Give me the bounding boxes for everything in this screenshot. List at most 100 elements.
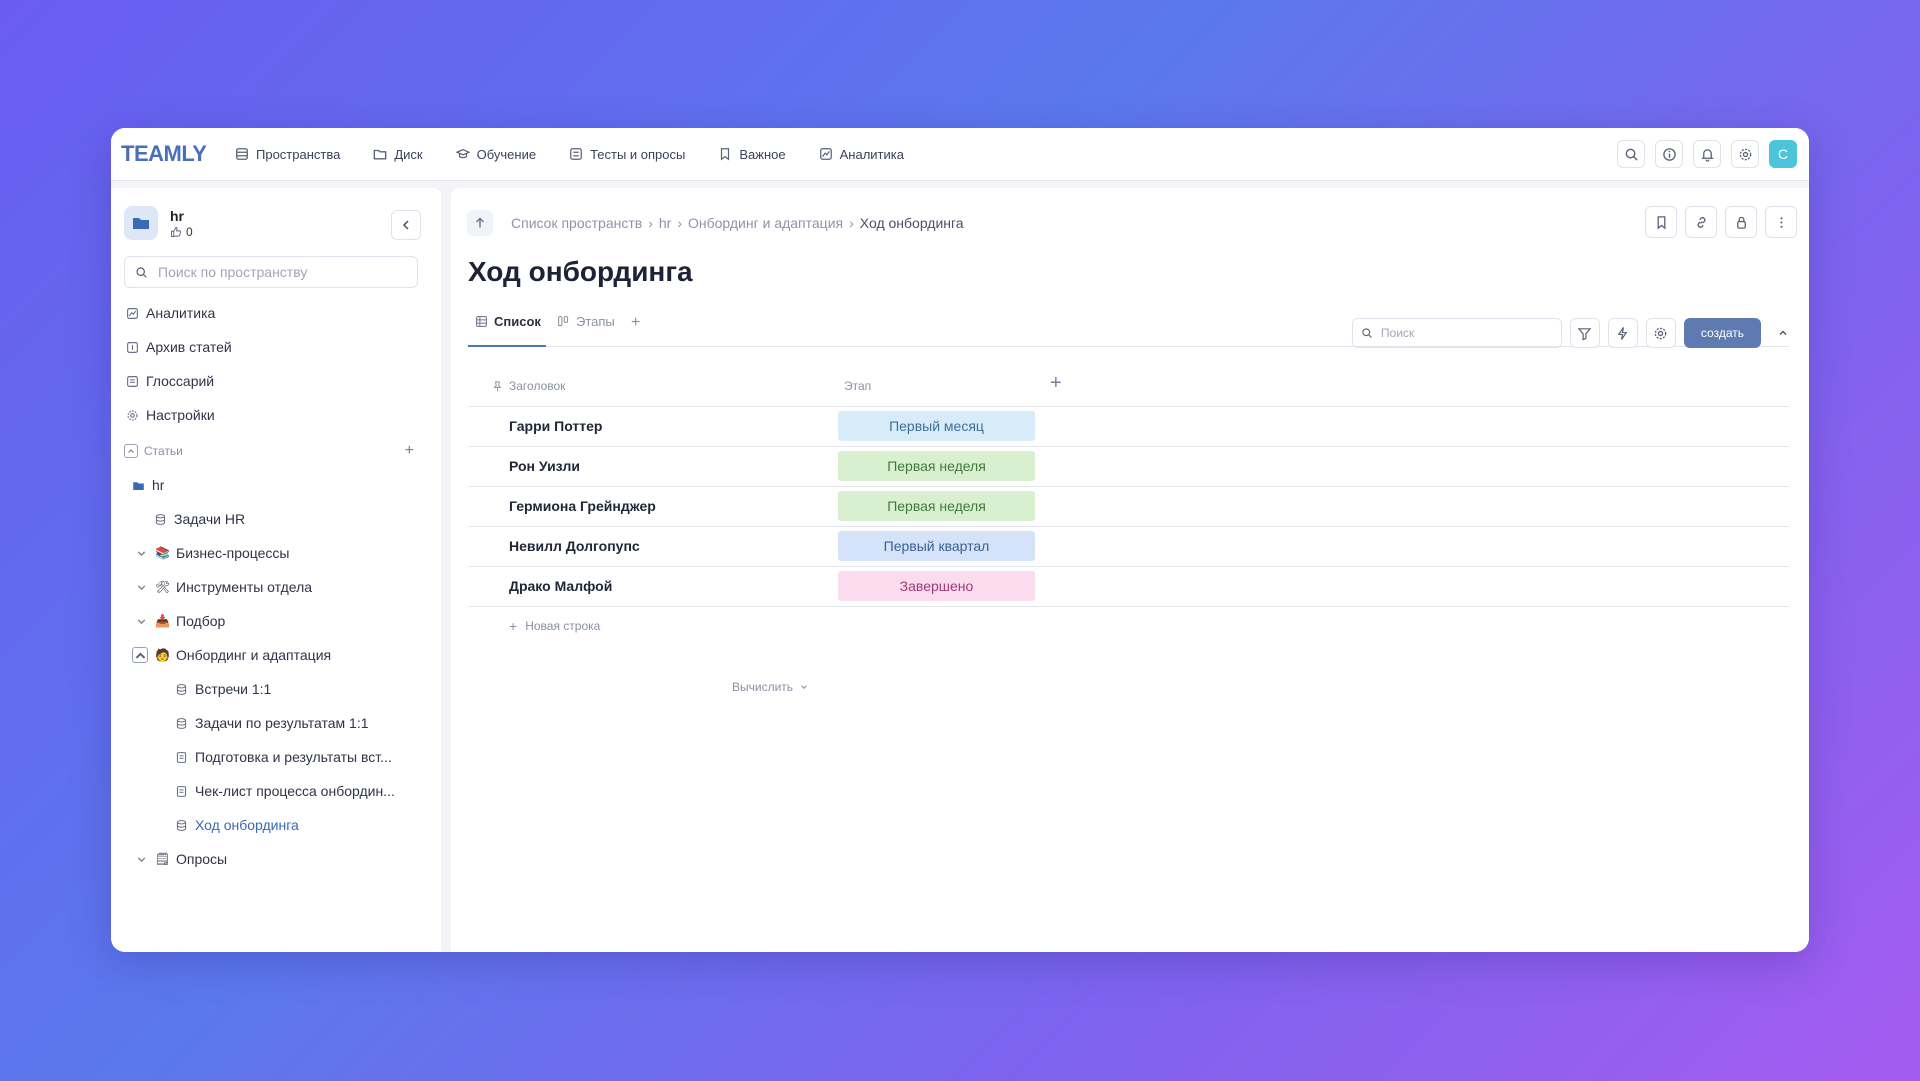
settings-button[interactable] — [1731, 140, 1759, 168]
tree-item-checklist[interactable]: Чек-лист процесса онбордин... — [111, 774, 441, 808]
calculate-dropdown[interactable]: Вычислить — [732, 680, 809, 694]
bookmark-icon — [1657, 215, 1665, 229]
tree-item-hr-tasks[interactable]: Задачи HR — [111, 502, 441, 536]
tab-stages[interactable]: Этапы — [557, 314, 615, 329]
stage-badge[interactable]: Первая неделя — [838, 491, 1035, 521]
stage-badge[interactable]: Первый квартал — [838, 531, 1035, 561]
main-nav: Пространства Диск Обучение Тесты и опрос… — [235, 147, 937, 162]
filter-button[interactable] — [1569, 318, 1600, 348]
row-title[interactable]: Гарри Поттер — [509, 418, 602, 434]
tree-item-department-tools[interactable]: 🛠 Инструменты отдела — [111, 570, 441, 604]
nav-item-tests[interactable]: Тесты и опросы — [569, 147, 685, 162]
add-column-button[interactable]: + — [1050, 372, 1062, 395]
space-avatar[interactable] — [124, 206, 158, 240]
side-link-archive[interactable]: Архив статей — [126, 330, 232, 364]
settings-icon — [127, 409, 138, 421]
plus-icon: + — [509, 618, 518, 634]
nav-item-important[interactable]: Важное — [718, 147, 786, 162]
tree-item-meetings[interactable]: Встречи 1:1 — [111, 672, 441, 706]
nav-item-disk[interactable]: Диск — [373, 147, 423, 162]
chevron-down-icon[interactable] — [135, 615, 148, 628]
database-icon — [176, 717, 187, 729]
add-article-button[interactable]: + — [405, 442, 414, 460]
sort-button[interactable] — [1607, 318, 1638, 348]
tree-item-label: Ход онбординга — [195, 817, 299, 833]
side-link-glossary[interactable]: Глоссарий — [126, 364, 232, 398]
kebab-menu-icon — [1779, 216, 1783, 228]
breadcrumb-item[interactable]: hr — [659, 215, 671, 231]
tree-item-preparation[interactable]: Подготовка и результаты вст... — [111, 740, 441, 774]
tree-item-hr[interactable]: hr — [111, 468, 441, 502]
nav-item-learning[interactable]: Обучение — [455, 147, 536, 162]
analytics-icon — [819, 148, 832, 160]
breadcrumb-current: Ход онбординга — [859, 215, 964, 231]
chevron-up-icon — [1779, 330, 1787, 335]
row-title[interactable]: Драко Малфой — [509, 578, 612, 594]
copy-link-button[interactable] — [1685, 206, 1717, 238]
breadcrumb-item[interactable]: Онбординг и адаптация — [688, 215, 843, 231]
collapse-section-toggle[interactable] — [124, 444, 138, 458]
chevron-down-icon[interactable] — [135, 853, 148, 866]
app-logo[interactable]: TEAMLY — [121, 141, 225, 167]
side-link-label: Архив статей — [146, 339, 232, 355]
space-likes[interactable]: 0 — [170, 225, 193, 239]
space-search-input[interactable] — [156, 263, 400, 281]
tab-list[interactable]: Список — [475, 314, 541, 329]
side-link-analytics[interactable]: Аналитика — [126, 296, 232, 330]
table-row[interactable]: Невилл Долгопупс Первый квартал — [468, 527, 1789, 567]
nav-item-analytics[interactable]: Аналитика — [819, 147, 904, 162]
breadcrumb-item[interactable]: Список пространств — [511, 215, 642, 231]
stage-badge[interactable]: Первый месяц — [838, 411, 1035, 441]
stage-badge[interactable]: Первая неделя — [838, 451, 1035, 481]
search-icon — [1625, 148, 1638, 161]
side-link-label: Аналитика — [146, 305, 216, 321]
stage-badge[interactable]: Завершено — [838, 571, 1035, 601]
table-row[interactable]: Гарри Поттер Первый месяц — [468, 407, 1789, 447]
tree-item-onboarding-progress[interactable]: Ход онбординга — [111, 808, 441, 842]
collapse-toggle[interactable] — [132, 647, 148, 663]
nav-item-spaces[interactable]: Пространства — [235, 147, 340, 162]
calculate-label: Вычислить — [732, 680, 794, 694]
collapse-toolbar-button[interactable] — [1769, 319, 1797, 347]
bookmark-button[interactable] — [1645, 206, 1677, 238]
table-row[interactable]: Драко Малфой Завершено — [468, 567, 1789, 607]
info-button[interactable] — [1655, 140, 1683, 168]
user-avatar[interactable]: C — [1769, 140, 1797, 168]
column-header-stage[interactable]: Этап — [844, 379, 871, 393]
table-row[interactable]: Гермиона Грейнджер Первая неделя — [468, 487, 1789, 527]
notifications-button[interactable] — [1693, 140, 1721, 168]
tree-item-business-processes[interactable]: 📚 Бизнес-процессы — [111, 536, 441, 570]
view-settings-button[interactable] — [1645, 318, 1676, 348]
side-link-settings[interactable]: Настройки — [126, 398, 232, 432]
test-icon — [570, 148, 582, 160]
lock-button[interactable] — [1725, 206, 1757, 238]
global-search-button[interactable] — [1617, 140, 1645, 168]
add-row-button[interactable]: + Новая строка — [468, 607, 1789, 645]
column-header-title[interactable]: Заголовок — [492, 379, 565, 393]
chevron-down-icon[interactable] — [135, 547, 148, 560]
row-title[interactable]: Гермиона Грейнджер — [509, 498, 656, 514]
table-search-input[interactable] — [1378, 325, 1553, 341]
side-link-label: Настройки — [146, 407, 215, 423]
add-view-button[interactable]: + — [631, 314, 640, 332]
collapse-sidebar-button[interactable] — [391, 210, 421, 240]
row-title[interactable]: Невилл Долгопупс — [509, 538, 640, 554]
breadcrumb-separator: › — [648, 215, 653, 231]
chevron-left-icon — [402, 220, 409, 230]
more-options-button[interactable] — [1765, 206, 1797, 238]
go-up-button[interactable] — [467, 210, 493, 236]
tree-item-surveys[interactable]: 🗒 Опросы — [111, 842, 441, 876]
row-title[interactable]: Рон Уизли — [509, 458, 580, 474]
app-window: TEAMLY Пространства Диск Обучение Тесты … — [111, 128, 1809, 952]
tree-item-onboarding[interactable]: 🧑 Онбординг и адаптация — [111, 638, 441, 672]
create-button[interactable]: создать — [1683, 318, 1761, 348]
breadcrumb-separator: › — [677, 215, 682, 231]
table-row[interactable]: Рон Уизли Первая неделя — [468, 447, 1789, 487]
space-name[interactable]: hr — [170, 208, 193, 224]
tree-item-recruiting[interactable]: 📥 Подбор — [111, 604, 441, 638]
tree-item-meeting-tasks[interactable]: Задачи по результатам 1:1 — [111, 706, 441, 740]
chevron-down-icon[interactable] — [135, 581, 148, 594]
table-icon — [476, 316, 487, 327]
arrow-up-icon — [476, 217, 484, 228]
section-label: Статьи — [144, 444, 183, 458]
